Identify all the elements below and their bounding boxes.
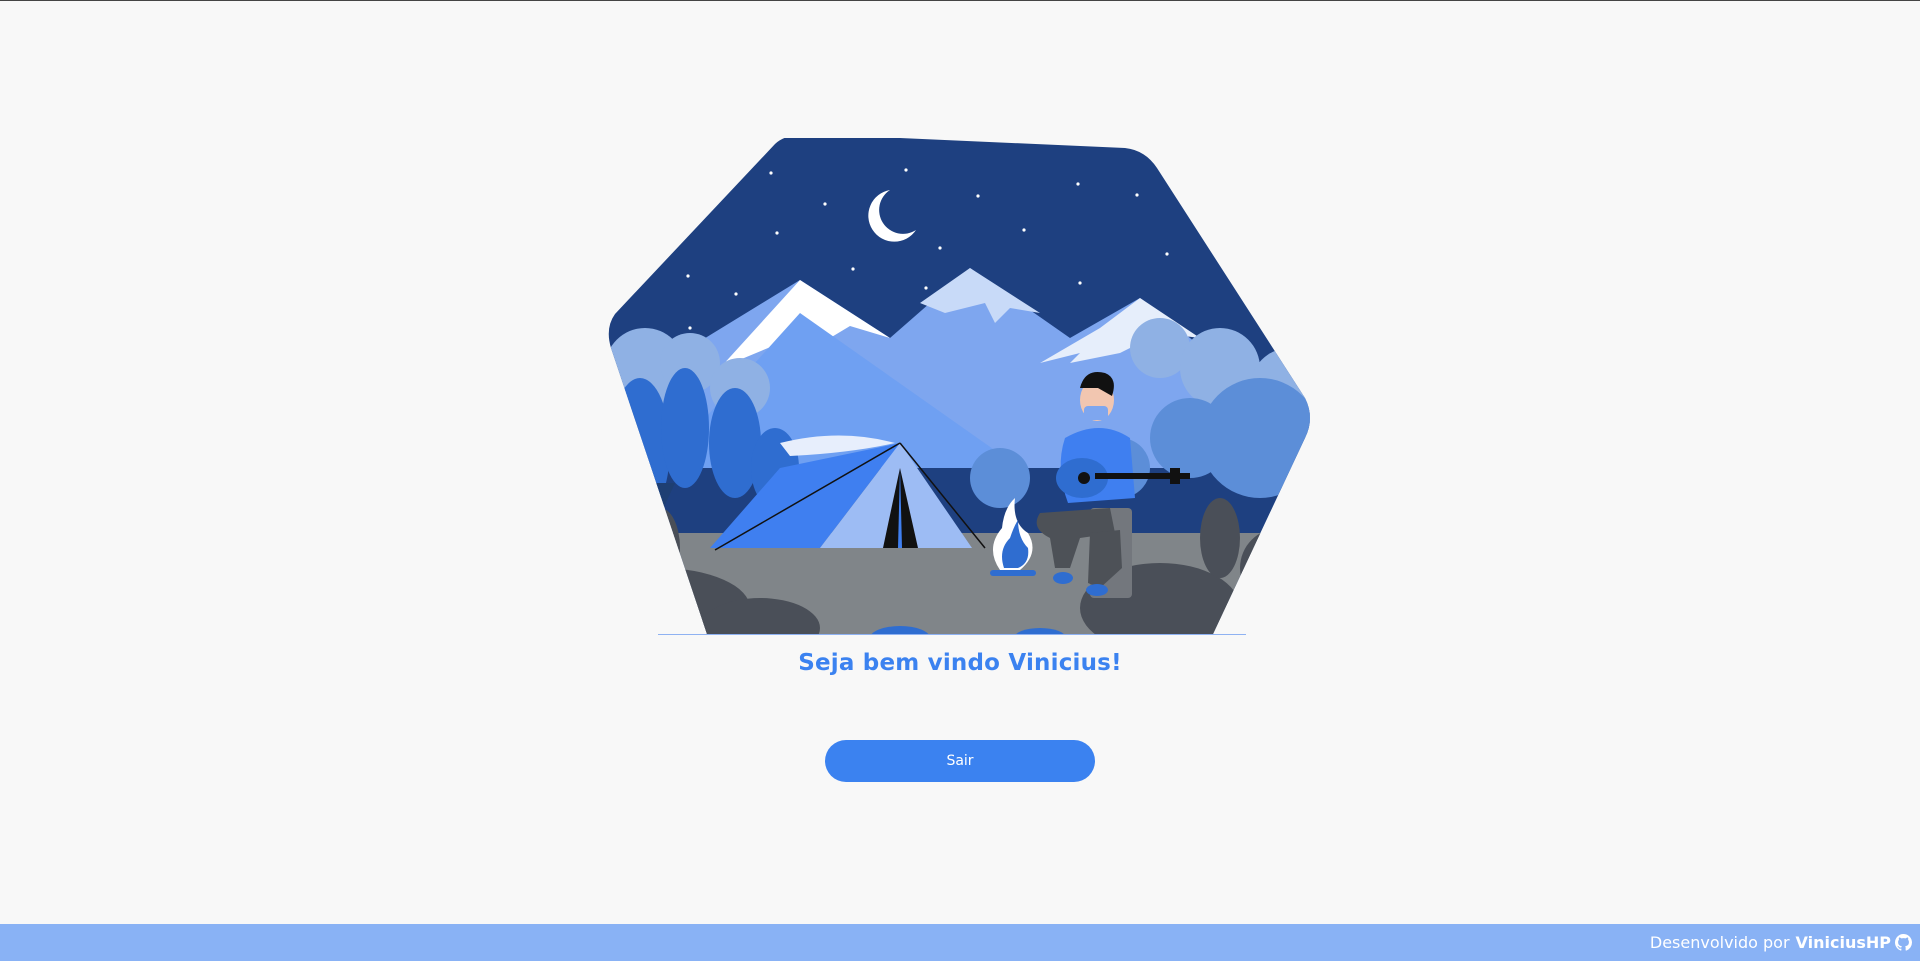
footer-credit: Desenvolvido por ViniciusHP — [1650, 933, 1912, 952]
main-content: Seja bem vindo Vinicius! Sair — [0, 0, 1920, 924]
github-icon[interactable] — [1895, 934, 1912, 951]
welcome-heading: Seja bem vindo Vinicius! — [798, 650, 1122, 676]
footer-author-link[interactable]: ViniciusHP — [1796, 933, 1891, 952]
footer: Desenvolvido por ViniciusHP — [0, 924, 1920, 961]
logout-button[interactable]: Sair — [825, 740, 1095, 782]
footer-prefix: Desenvolvido por — [1649, 933, 1790, 952]
illustration-baseline — [658, 634, 1246, 635]
camping-illustration — [608, 138, 1310, 634]
